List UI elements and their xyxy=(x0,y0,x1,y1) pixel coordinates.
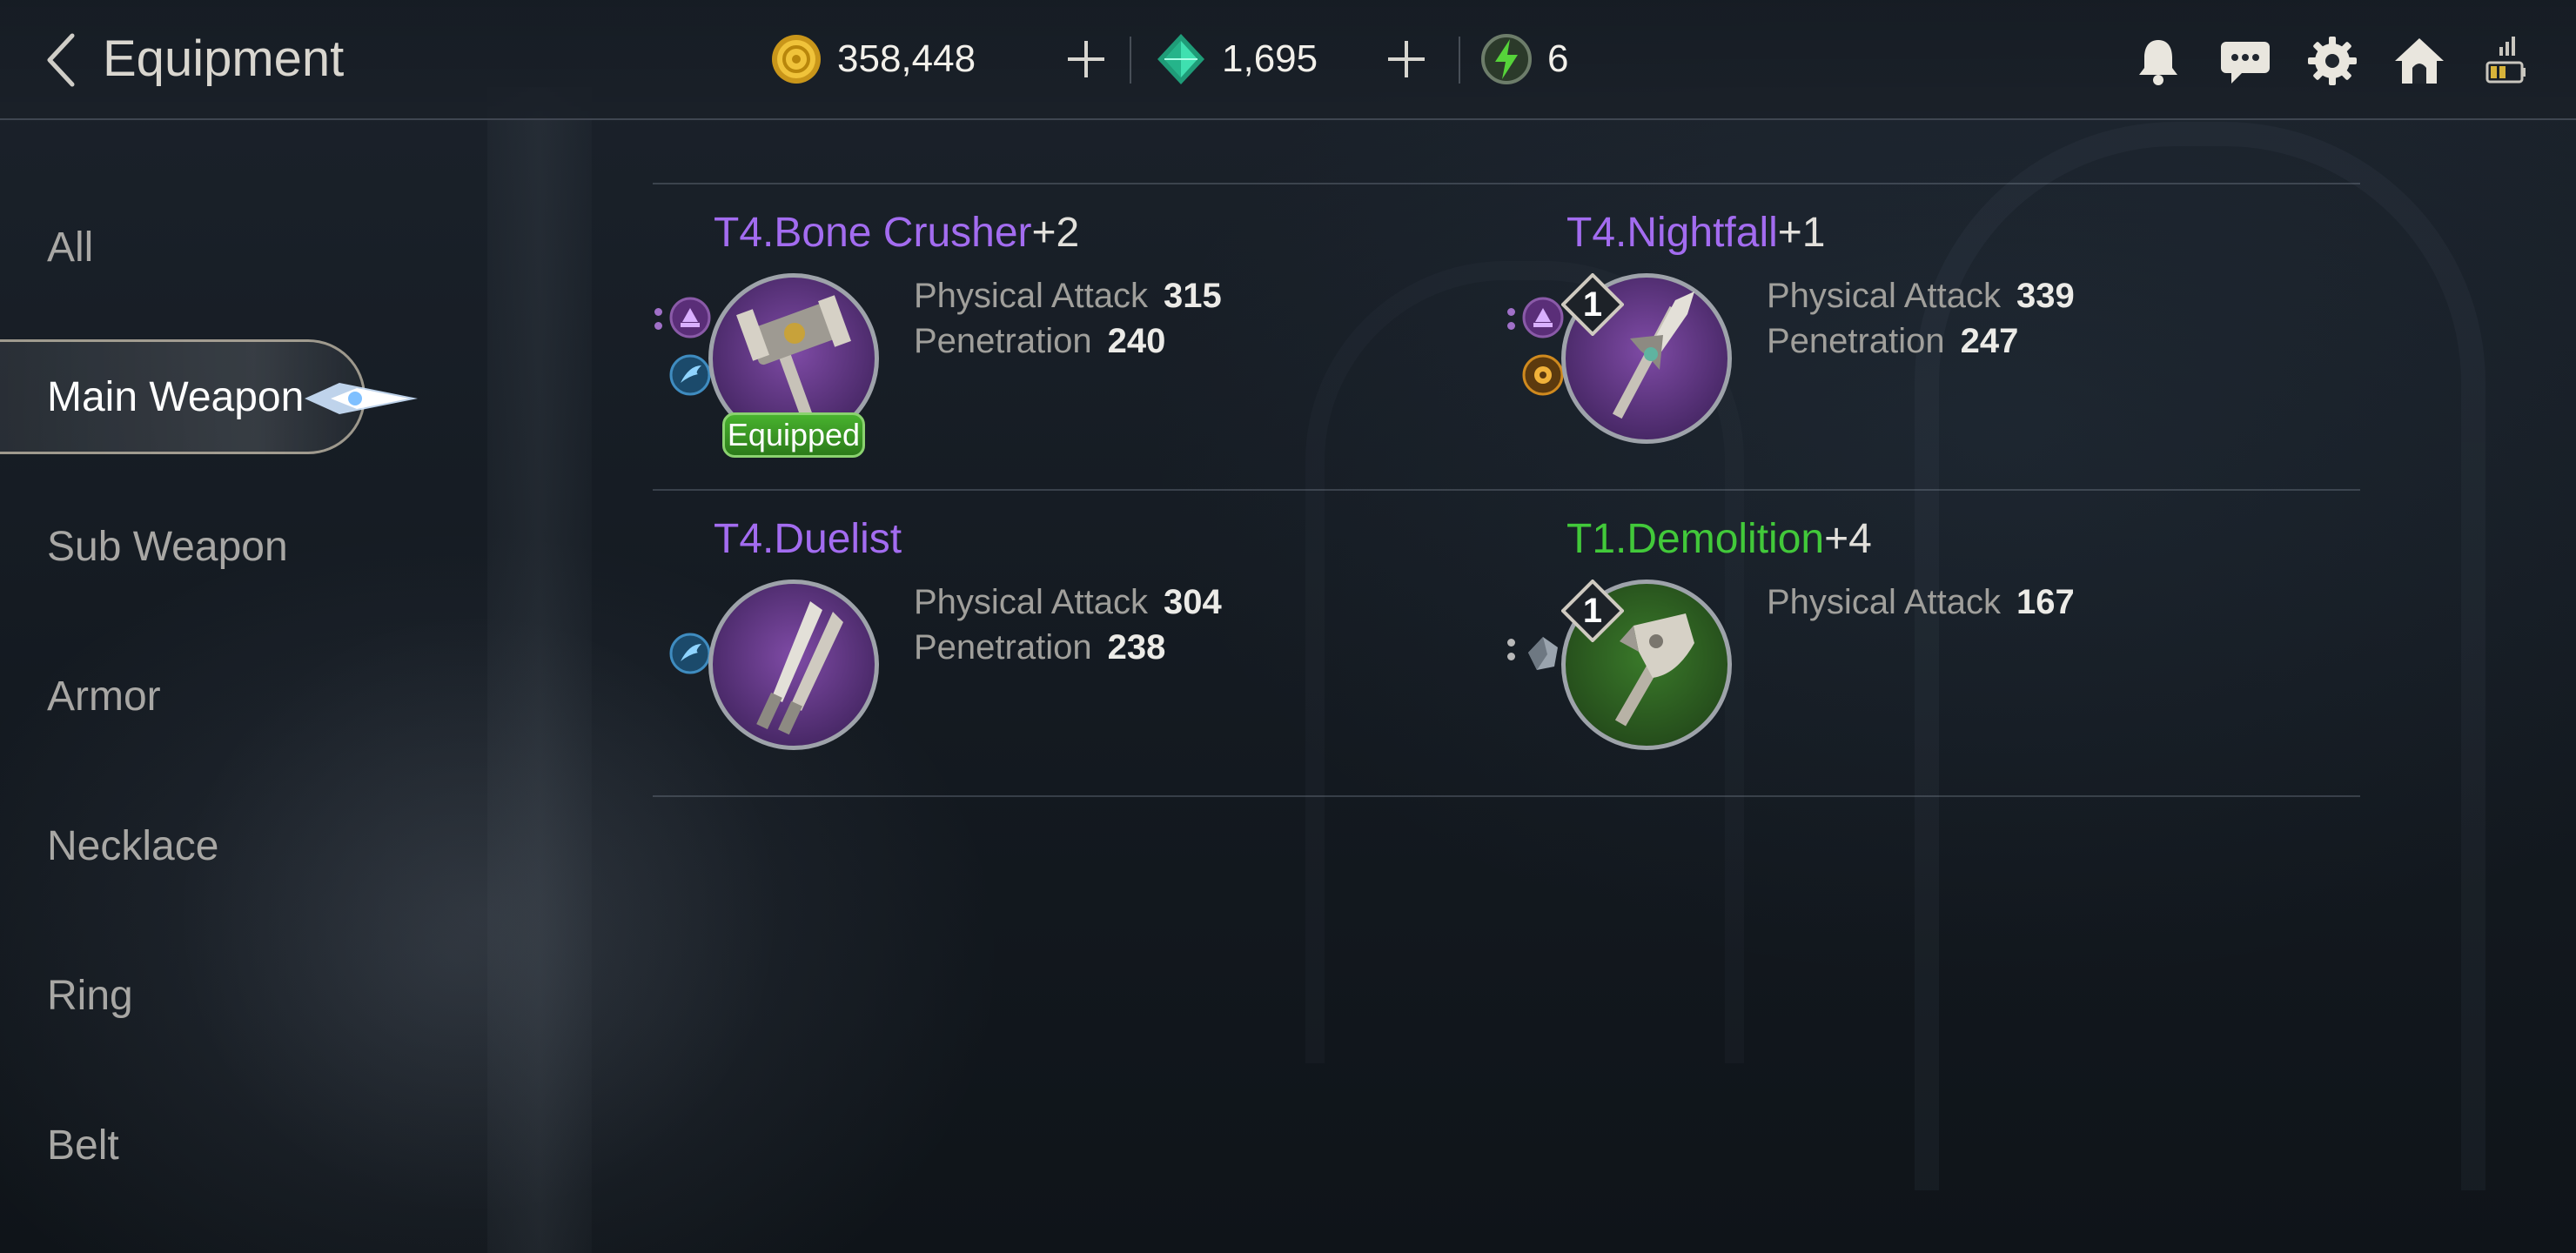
enhance-level-badge: 1 xyxy=(1560,272,1625,337)
top-bar: Equipment 358,448 1,695 6 xyxy=(0,0,2576,120)
home-button[interactable] xyxy=(2390,31,2449,90)
chat-icon xyxy=(2221,42,2270,84)
home-icon xyxy=(2395,38,2444,84)
item-name: T4.Bone Crusher+2 xyxy=(714,210,1080,256)
category-armor[interactable]: Armor xyxy=(0,639,366,754)
category-label: Necklace xyxy=(47,822,219,869)
list-divider xyxy=(653,489,2360,491)
enhance-level-badge: 1 xyxy=(1560,579,1625,643)
divider xyxy=(1459,37,1460,84)
item-name: T4.Nightfall+1 xyxy=(1566,210,1826,256)
item-name: T1.Demolition+4 xyxy=(1566,516,1872,562)
gem-amount: 1,695 xyxy=(1222,37,1318,80)
equipment-item[interactable]: T4.Bone Crusher+2 Equipped Physical Atta… xyxy=(653,193,1436,489)
notifications-button[interactable] xyxy=(2129,31,2188,90)
stat-row: Physical Attack 167 xyxy=(1767,583,2075,621)
stat-row: Physical Attack 304 xyxy=(914,583,1222,621)
chevron-left-icon xyxy=(47,33,75,87)
list-divider xyxy=(653,183,2360,184)
plus-icon xyxy=(1068,41,1104,77)
category-label: All xyxy=(47,224,94,271)
bell-icon xyxy=(2139,40,2177,85)
stat-row: Penetration 238 xyxy=(914,628,1166,667)
category-label: Ring xyxy=(47,972,133,1019)
background-pillar xyxy=(487,87,592,1253)
twin-blades-icon xyxy=(756,601,843,735)
equipped-badge: Equipped xyxy=(722,412,865,458)
more-indicator xyxy=(654,308,663,338)
grey-shard-icon xyxy=(1521,632,1565,675)
category-label: Armor xyxy=(47,673,161,720)
selection-arrow-icon xyxy=(305,383,418,414)
gold-coin-icon xyxy=(769,32,823,86)
gold-amount: 358,448 xyxy=(837,37,976,80)
stat-row: Physical Attack 315 xyxy=(914,277,1222,315)
orange-rune-icon xyxy=(1521,353,1565,397)
energy-currency: 6 xyxy=(1479,26,1568,92)
signal-battery-icon xyxy=(2485,37,2526,84)
category-label: Belt xyxy=(47,1122,119,1169)
divider xyxy=(1130,37,1131,84)
purple-buff-icon xyxy=(1521,296,1565,339)
add-gold-button[interactable] xyxy=(1060,33,1112,85)
equipment-item[interactable]: T1.Demolition+4 1 Physical Attack 167 xyxy=(1506,499,2289,795)
more-indicator xyxy=(1507,639,1516,668)
category-belt[interactable]: Belt xyxy=(0,1088,366,1203)
category-label: Sub Weapon xyxy=(47,523,288,570)
purple-buff-icon xyxy=(668,296,712,339)
category-ring[interactable]: Ring xyxy=(0,938,366,1053)
green-gem-icon xyxy=(1154,32,1208,86)
stat-row: Penetration 247 xyxy=(1767,322,2019,360)
warhammer-icon xyxy=(736,295,851,424)
category-all[interactable]: All xyxy=(0,190,366,305)
more-indicator xyxy=(1507,308,1516,338)
settings-button[interactable] xyxy=(2303,31,2362,90)
plus-icon xyxy=(1388,41,1425,77)
gold-currency: 358,448 xyxy=(769,26,976,92)
item-name: T4.Duelist xyxy=(714,516,902,562)
wing-skill-icon xyxy=(668,632,712,675)
energy-amount: 6 xyxy=(1547,37,1569,80)
back-button[interactable] xyxy=(40,30,84,90)
equipment-item[interactable]: T4.Nightfall+1 1 Physical Attack 339 Pene… xyxy=(1506,193,2289,489)
gear-icon xyxy=(2308,37,2357,85)
category-label: Main Weapon xyxy=(47,373,305,420)
list-divider xyxy=(653,795,2360,797)
wing-skill-icon xyxy=(668,353,712,397)
item-icon xyxy=(708,580,879,750)
category-necklace[interactable]: Necklace xyxy=(0,788,366,903)
chat-button[interactable] xyxy=(2216,31,2275,90)
page-title: Equipment xyxy=(103,30,345,87)
gem-currency: 1,695 xyxy=(1154,26,1318,92)
category-sub-weapon[interactable]: Sub Weapon xyxy=(0,489,366,604)
equipment-item[interactable]: T4.Duelist Physical Attack 304 Penetratio… xyxy=(653,499,1436,795)
add-gem-button[interactable] xyxy=(1380,33,1432,85)
stat-row: Physical Attack 339 xyxy=(1767,277,2075,315)
stat-row: Penetration 240 xyxy=(914,322,1166,360)
status-indicator xyxy=(2475,31,2534,90)
energy-emblem-icon xyxy=(1479,32,1533,86)
